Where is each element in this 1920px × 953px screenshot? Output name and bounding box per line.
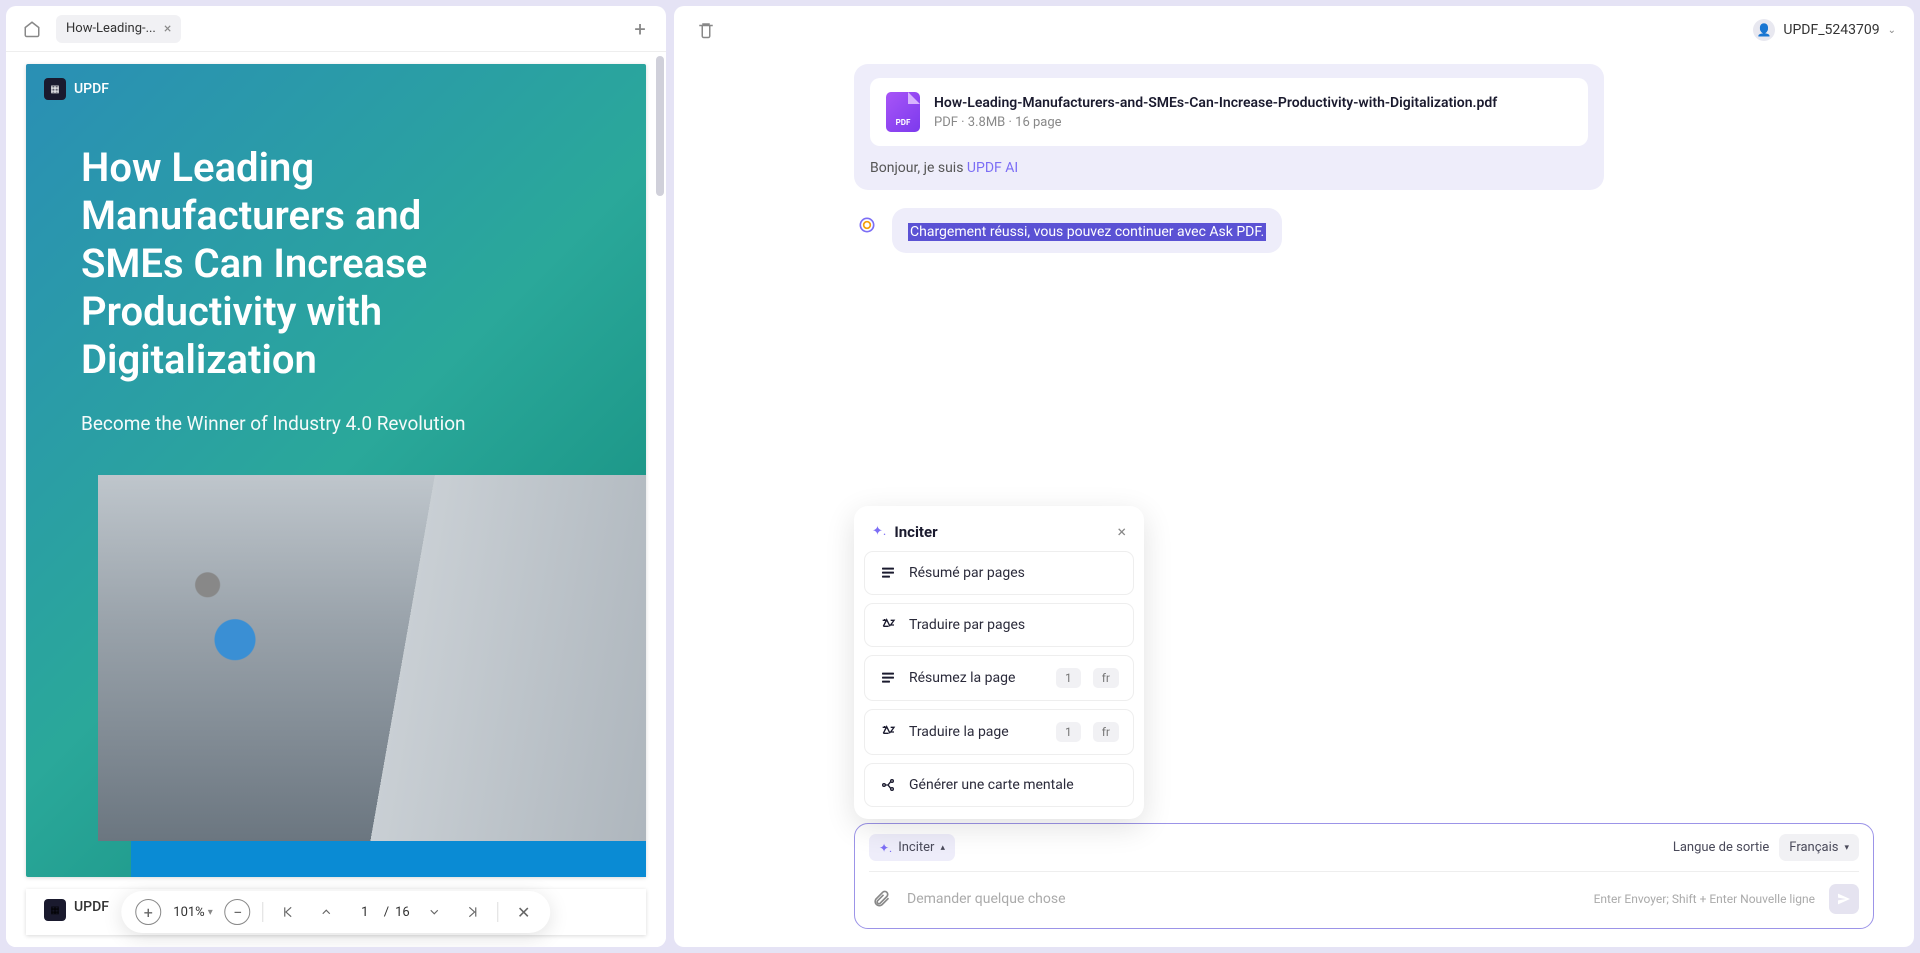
page-badge: 1 xyxy=(1056,668,1081,688)
welcome-message: PDF How-Leading-Manufacturers-and-SMEs-C… xyxy=(854,64,1604,190)
pdf-file-icon: PDF xyxy=(886,92,920,132)
chat-panel: 👤 UPDF_5243709 ⌄ PDF How-Leading-Manufac… xyxy=(674,6,1914,947)
mindmap-icon xyxy=(879,776,897,794)
pdf-viewport[interactable]: ▦ UPDF How Leading Manufacturers and SME… xyxy=(6,52,666,947)
prev-page-button[interactable] xyxy=(314,899,340,925)
prompt-label: Résumez la page xyxy=(909,670,1044,686)
delete-button[interactable] xyxy=(692,16,720,44)
page-toolbar: + 101% ▾ − / 16 ✕ xyxy=(121,891,550,933)
close-tab-icon[interactable]: × xyxy=(164,21,171,37)
scrollbar-thumb[interactable] xyxy=(656,56,664,196)
prompt-label: Traduire par pages xyxy=(909,617,1025,633)
close-popup-button[interactable]: × xyxy=(1117,522,1126,541)
send-button[interactable] xyxy=(1829,884,1859,914)
lang-label: Langue de sortie xyxy=(1673,840,1769,855)
zoom-level: 101% xyxy=(173,905,204,920)
sparkle-icon: ✦. xyxy=(872,524,886,539)
tab-bar: How-Leading-... × + xyxy=(6,6,666,52)
prompt-translate-page[interactable]: Traduire la page 1 fr xyxy=(864,709,1134,755)
prompt-translate-pages[interactable]: Traduire par pages xyxy=(864,603,1134,647)
top-bar: 👤 UPDF_5243709 ⌄ xyxy=(674,6,1914,54)
last-page-button[interactable] xyxy=(460,899,486,925)
file-name: How-Leading-Manufacturers-and-SMEs-Can-I… xyxy=(934,95,1497,111)
page-badge: 1 xyxy=(1056,722,1081,742)
chevron-down-icon: ⌄ xyxy=(1888,25,1896,36)
close-toolbar-button[interactable]: ✕ xyxy=(511,899,537,925)
lang-badge: fr xyxy=(1093,722,1119,742)
page-input[interactable] xyxy=(352,905,378,920)
file-card[interactable]: PDF How-Leading-Manufacturers-and-SMEs-C… xyxy=(870,78,1588,146)
zoom-in-button[interactable]: + xyxy=(135,899,161,925)
input-area: ✦. Inciter ▴ Langue de sortie Français ▾… xyxy=(854,823,1874,929)
translate-icon xyxy=(879,616,897,634)
ai-avatar-icon xyxy=(854,212,880,238)
chat-input[interactable] xyxy=(907,891,1580,907)
zoom-out-button[interactable]: − xyxy=(225,899,251,925)
pdf-brand: UPDF xyxy=(74,899,109,915)
tab-title: How-Leading-... xyxy=(66,21,156,36)
greeting-text: Bonjour, je suis UPDF AI xyxy=(870,160,1588,176)
chevron-down-icon: ▾ xyxy=(1844,843,1849,853)
lang-value: Français xyxy=(1789,840,1838,855)
add-tab-button[interactable]: + xyxy=(624,13,656,45)
pdf-brand: UPDF xyxy=(74,81,109,97)
attach-button[interactable] xyxy=(869,887,893,911)
updf-ai-link[interactable]: UPDF AI xyxy=(967,160,1018,176)
list-icon xyxy=(879,669,897,687)
user-avatar-icon: 👤 xyxy=(1753,19,1775,41)
status-text: Chargement réussi, vous pouvez continuer… xyxy=(908,223,1266,241)
language-selector[interactable]: Français ▾ xyxy=(1779,834,1859,861)
inciter-label: Inciter xyxy=(898,840,934,855)
pdf-hero-image xyxy=(98,475,646,841)
translate-icon xyxy=(879,723,897,741)
lang-badge: fr xyxy=(1093,668,1119,688)
user-menu[interactable]: 👤 UPDF_5243709 ⌄ xyxy=(1753,19,1896,41)
prompt-resume-page[interactable]: Résumez la page 1 fr xyxy=(864,655,1134,701)
prompt-label: Générer une carte mentale xyxy=(909,777,1074,793)
prompt-label: Traduire la page xyxy=(909,724,1044,740)
input-hint: Enter Envoyer; Shift + Enter Nouvelle li… xyxy=(1594,892,1815,906)
chevron-up-icon: ▴ xyxy=(940,843,945,853)
list-icon xyxy=(879,564,897,582)
page-total: 16 xyxy=(395,905,410,920)
prompt-popup: ✦. Inciter × Résumé par pages Traduire p… xyxy=(854,506,1144,819)
pdf-panel: How-Leading-... × + ▦ UPDF How Leading M… xyxy=(6,6,666,947)
user-name: UPDF_5243709 xyxy=(1783,22,1879,38)
status-message: Chargement réussi, vous pouvez continuer… xyxy=(854,208,1604,253)
first-page-button[interactable] xyxy=(276,899,302,925)
inciter-chip[interactable]: ✦. Inciter ▴ xyxy=(869,834,955,861)
next-page-button[interactable] xyxy=(422,899,448,925)
page-sep: / xyxy=(384,905,389,920)
document-tab[interactable]: How-Leading-... × xyxy=(56,15,181,43)
file-meta: PDF · 3.8MB · 16 page xyxy=(934,115,1497,130)
prompt-resume-pages[interactable]: Résumé par pages xyxy=(864,551,1134,595)
popup-title: Inciter xyxy=(894,523,1109,541)
pdf-page-1: ▦ UPDF How Leading Manufacturers and SME… xyxy=(26,64,646,877)
prompt-label: Résumé par pages xyxy=(909,565,1025,581)
pdf-title: How Leading Manufacturers and SMEs Can I… xyxy=(26,114,586,394)
updf-logo-icon: ▦ xyxy=(44,78,66,100)
home-button[interactable] xyxy=(16,13,48,45)
pdf-subtitle: Become the Winner of Industry 4.0 Revolu… xyxy=(26,394,646,475)
sparkle-icon: ✦. xyxy=(879,841,892,855)
updf-logo-icon: ▦ xyxy=(44,899,66,921)
prompt-mindmap[interactable]: Générer une carte mentale xyxy=(864,763,1134,807)
zoom-dropdown-icon[interactable]: ▾ xyxy=(208,907,213,918)
